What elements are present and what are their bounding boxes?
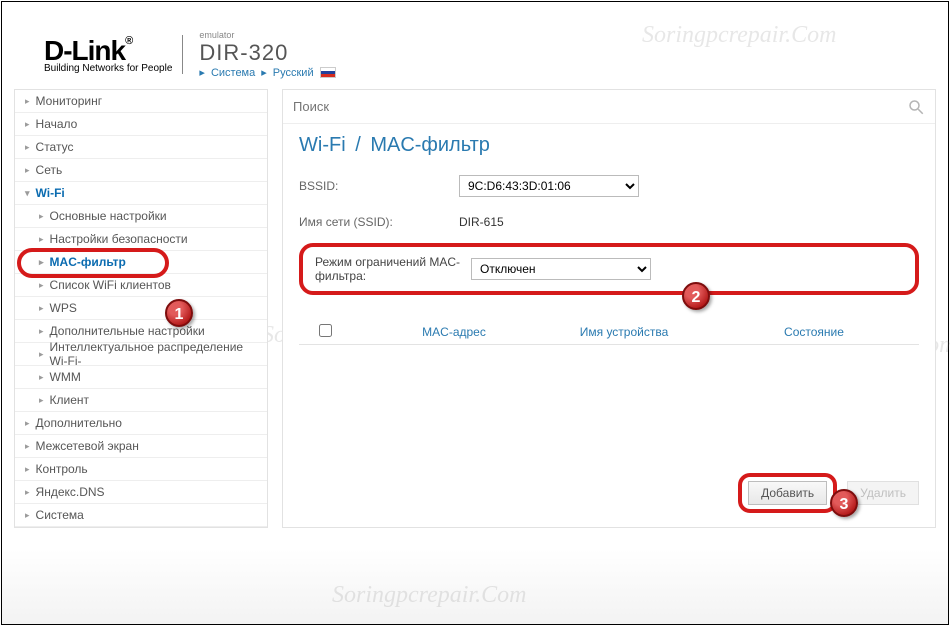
sidebar-item-extra[interactable]: Дополнительно: [15, 412, 267, 435]
chevron-right-icon: [39, 257, 44, 268]
field-bssid: BSSID: 9C:D6:43:3D:01:06: [299, 171, 919, 201]
sidebar-item-start[interactable]: Начало: [15, 113, 267, 136]
button-bar: Добавить Удалить: [738, 473, 919, 513]
chevron-down-icon: [25, 188, 30, 199]
sidebar-item-wifi-basic[interactable]: Основные настройки: [15, 205, 267, 228]
sidebar-item-wifi-security[interactable]: Настройки безопасности: [15, 228, 267, 251]
annotation-ring-3: Добавить: [738, 473, 837, 513]
chevron-right-icon: [25, 96, 30, 107]
table-header: MAC-адрес Имя устройства Состояние: [299, 319, 919, 345]
sidebar-item-firewall[interactable]: Межсетевой экран: [15, 435, 267, 458]
menu-system[interactable]: Система: [211, 67, 255, 79]
chevron-right-icon: ▸: [199, 66, 205, 79]
page-title: Wi-Fi / MAC-фильтр: [299, 134, 919, 157]
header: D-Link® Building Networks for People emu…: [14, 30, 936, 79]
chevron-right-icon: [25, 441, 30, 452]
menu-language[interactable]: Русский: [273, 67, 314, 79]
main-panel: Wi-Fi / MAC-фильтр BSSID: 9C:D6:43:3D:01…: [282, 89, 936, 528]
chevron-right-icon: [25, 418, 30, 429]
mac-table: MAC-адрес Имя устройства Состояние: [299, 319, 919, 345]
watermark: Soringpcrepair.Com: [332, 582, 526, 609]
chevron-right-icon: [39, 349, 44, 360]
model-box: emulator DIR-320 ▸ Система ▸ Русский: [199, 30, 335, 79]
sidebar-item-system[interactable]: Система: [15, 504, 267, 527]
sidebar-item-wifi-intel[interactable]: Интеллектуальное распределение Wi-Fi-: [15, 343, 267, 366]
col-mac: MAC-адрес: [369, 325, 539, 339]
sidebar-item-wifi-wmm[interactable]: WMM: [15, 366, 267, 389]
model-name: DIR-320: [199, 40, 335, 66]
annotation-ring-2-box: Режим ограничений MAC-фильтра: Отключен: [299, 243, 919, 295]
chevron-right-icon: [25, 464, 30, 475]
bssid-select[interactable]: 9C:D6:43:3D:01:06: [459, 175, 639, 197]
sidebar-item-status[interactable]: Статус: [15, 136, 267, 159]
chevron-right-icon: [39, 234, 44, 245]
sidebar-item-wifi-mac-filter[interactable]: MAC-фильтр: [15, 251, 267, 274]
emulator-label: emulator: [199, 30, 335, 40]
top-menu: ▸ Система ▸ Русский: [199, 66, 335, 79]
chevron-right-icon: [25, 487, 30, 498]
col-name: Имя устройства: [539, 325, 709, 339]
search-input[interactable]: [293, 99, 907, 114]
chevron-right-icon: ▸: [261, 66, 267, 79]
delete-button: Удалить: [847, 481, 919, 505]
sidebar-item-yandex-dns[interactable]: Яндекс.DNS: [15, 481, 267, 504]
search-icon[interactable]: [907, 98, 925, 116]
search-row: [283, 90, 935, 124]
select-all-checkbox[interactable]: [319, 324, 332, 337]
chevron-right-icon: [25, 510, 30, 521]
chevron-right-icon: [25, 165, 30, 176]
field-ssid: Имя сети (SSID): DIR-615: [299, 207, 919, 237]
brand-tagline: Building Networks for People: [44, 63, 172, 74]
mode-select[interactable]: Отключен: [471, 258, 651, 280]
chevron-right-icon: [39, 280, 44, 291]
sidebar: Мониторинг Начало Статус Сеть Wi-Fi Осно…: [14, 89, 268, 528]
ssid-value: DIR-615: [459, 215, 504, 229]
bssid-label: BSSID:: [299, 179, 459, 193]
chevron-right-icon: [39, 303, 44, 314]
mode-label: Режим ограничений MAC-фильтра:: [315, 255, 471, 283]
sidebar-item-monitoring[interactable]: Мониторинг: [15, 90, 267, 113]
chevron-right-icon: [39, 211, 44, 222]
chevron-right-icon: [39, 395, 44, 406]
chevron-right-icon: [25, 142, 30, 153]
chevron-right-icon: [39, 372, 44, 383]
brand-logo: D-Link® Building Networks for People: [44, 35, 183, 74]
sidebar-item-control[interactable]: Контроль: [15, 458, 267, 481]
sidebar-item-network[interactable]: Сеть: [15, 159, 267, 182]
sidebar-item-wifi-clients[interactable]: Список WiFi клиентов: [15, 274, 267, 297]
ssid-label: Имя сети (SSID):: [299, 215, 459, 229]
add-button[interactable]: Добавить: [748, 481, 827, 505]
sidebar-item-wifi-wps[interactable]: WPS: [15, 297, 267, 320]
chevron-right-icon: [25, 119, 30, 130]
flag-ru-icon: [320, 67, 336, 78]
col-state: Состояние: [709, 325, 919, 339]
chevron-right-icon: [39, 326, 44, 337]
sidebar-item-wifi[interactable]: Wi-Fi: [15, 182, 267, 205]
sidebar-item-wifi-client[interactable]: Клиент: [15, 389, 267, 412]
